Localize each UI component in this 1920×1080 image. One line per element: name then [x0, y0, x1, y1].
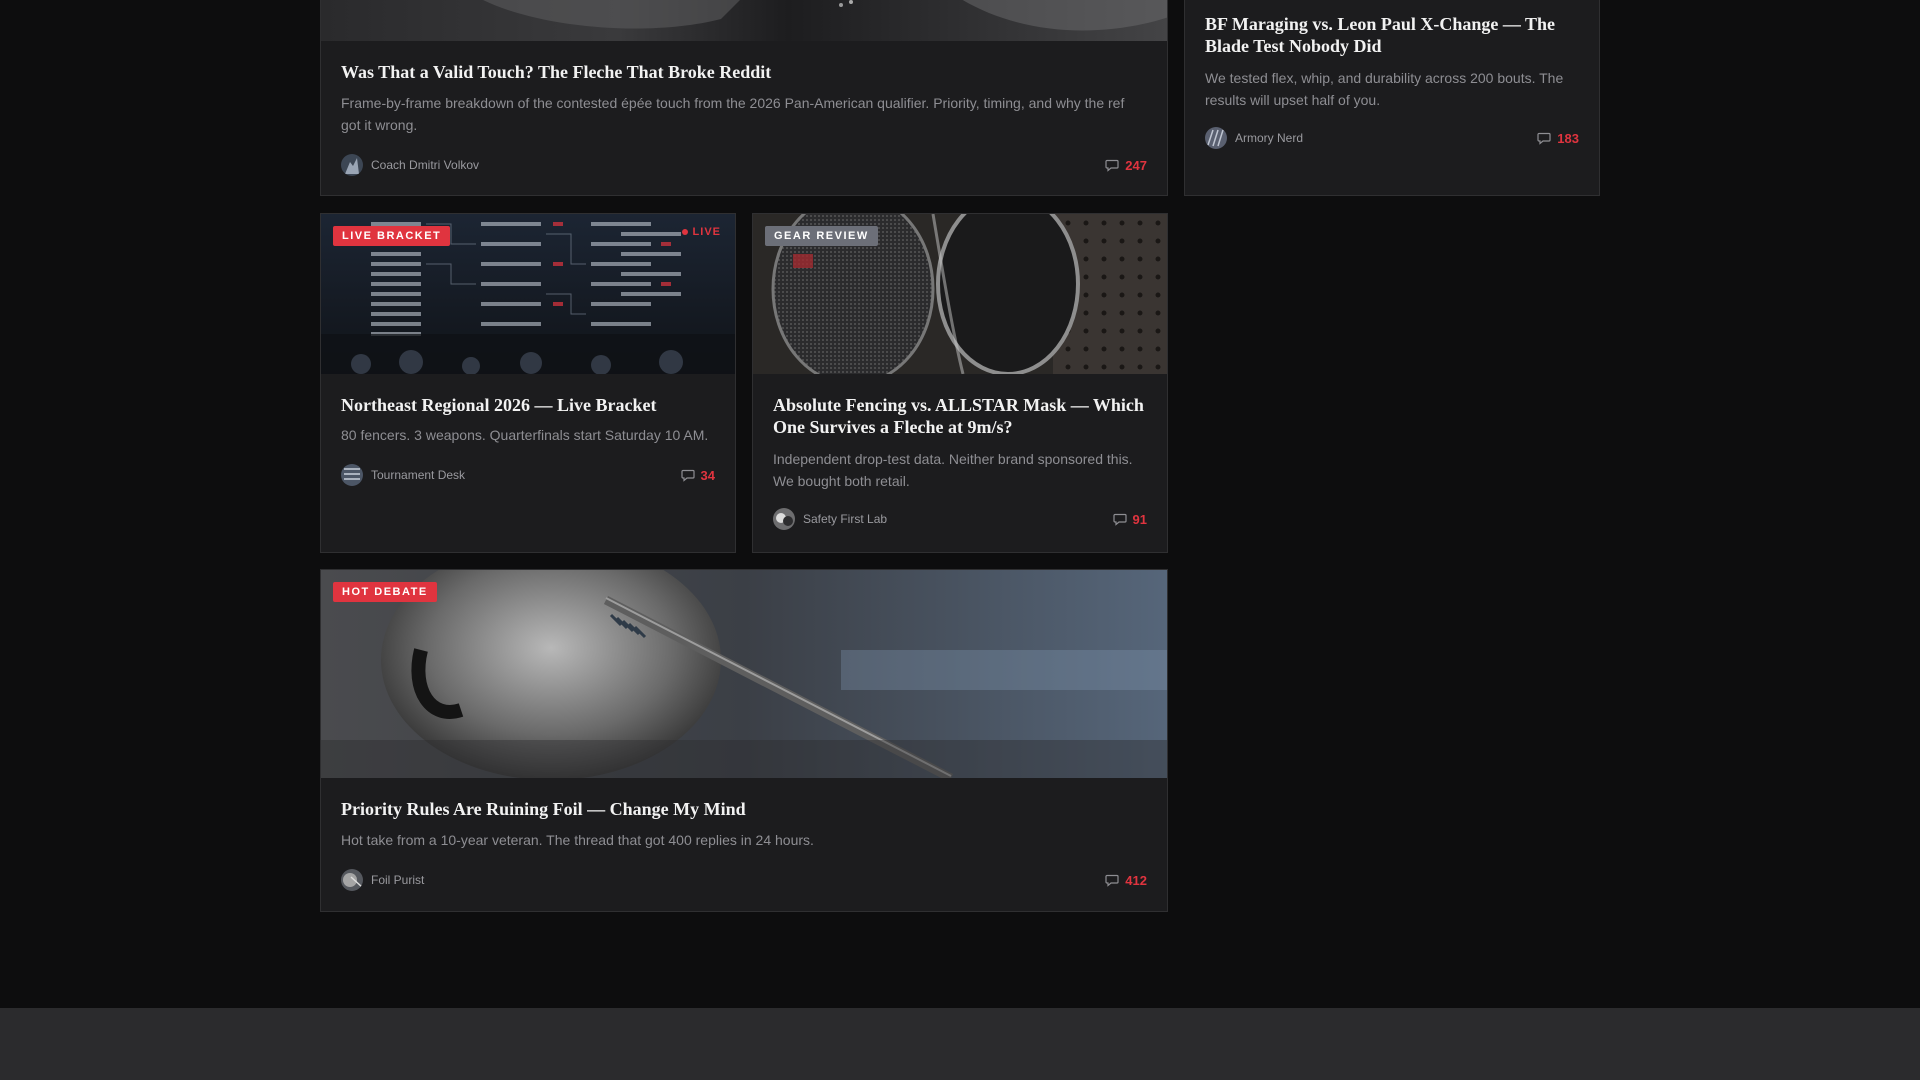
author[interactable]: Armory Nerd: [1205, 127, 1303, 149]
author[interactable]: Tournament Desk: [341, 464, 465, 486]
comment-count[interactable]: 247: [1105, 158, 1147, 173]
comment-count-value: 34: [700, 467, 715, 483]
comment-icon: [680, 469, 695, 482]
article-thumbnail-masks[interactable]: GEAR REVIEW: [753, 214, 1167, 374]
avatar: [341, 869, 363, 891]
comment-icon: [1112, 513, 1127, 526]
comment-count-value: 91: [1132, 511, 1147, 527]
comment-count-value: 183: [1557, 130, 1579, 146]
article-title[interactable]: Was That a Valid Touch? The Fleche That …: [341, 61, 1147, 83]
author[interactable]: Safety First Lab: [773, 508, 887, 530]
comment-count-value: 247: [1125, 157, 1147, 173]
page-footer: [0, 1008, 1920, 1080]
category-badge[interactable]: GEAR REVIEW: [765, 226, 878, 246]
article-description: We tested flex, whip, and durability acr…: [1205, 70, 1564, 108]
comment-count[interactable]: 34: [680, 467, 715, 483]
comment-icon: [1537, 132, 1551, 145]
comment-count-value: 412: [1125, 872, 1147, 888]
author-name[interactable]: Tournament Desk: [371, 468, 465, 482]
avatar: [1205, 127, 1227, 149]
article-title[interactable]: Priority Rules Are Ruining Foil — Change…: [341, 798, 1147, 820]
author-name[interactable]: Armory Nerd: [1235, 131, 1303, 145]
author[interactable]: Foil Purist: [341, 869, 424, 891]
article-card-fleche[interactable]: Was That a Valid Touch? The Fleche That …: [320, 0, 1168, 196]
article-card-maraging[interactable]: BF Maraging vs. Leon Paul X-Change — The…: [1184, 0, 1600, 196]
article-description: Hot take from a 10-year veteran. The thr…: [341, 832, 814, 848]
live-dot-icon: [681, 229, 688, 235]
article-thumbnail-foil[interactable]: HOT DEBATE: [321, 570, 1167, 778]
avatar: [341, 154, 363, 176]
avatar: [773, 508, 795, 530]
comment-count[interactable]: 412: [1105, 873, 1147, 888]
article-thumbnail-bracket[interactable]: LIVE BRACKET LIVE: [321, 214, 735, 374]
article-card-mask[interactable]: GEAR REVIEW Absolute Fencing vs. ALLSTAR…: [752, 213, 1168, 553]
article-description: Frame-by-frame breakdown of the conteste…: [341, 95, 1125, 133]
article-title[interactable]: Absolute Fencing vs. ALLSTAR Mask — Whic…: [773, 394, 1147, 438]
article-description: Independent drop-test data. Neither bran…: [773, 451, 1133, 489]
author[interactable]: Coach Dmitri Volkov: [341, 154, 479, 176]
article-card-regional[interactable]: LIVE BRACKET LIVE Northeast Regional 202…: [320, 213, 736, 553]
comment-count[interactable]: 183: [1537, 131, 1579, 146]
comment-icon: [1105, 874, 1119, 887]
avatar: [341, 464, 363, 486]
category-badge[interactable]: HOT DEBATE: [333, 582, 437, 602]
article-title[interactable]: Northeast Regional 2026 — Live Bracket: [341, 394, 715, 416]
article-description: 80 fencers. 3 weapons. Quarterfinals sta…: [341, 427, 709, 443]
article-card-priority[interactable]: HOT DEBATE Priority Rules Are Ruining Fo…: [320, 569, 1168, 912]
comment-icon: [1105, 159, 1119, 172]
live-label: LIVE: [692, 226, 721, 238]
article-thumbnail-fleche[interactable]: [321, 0, 1167, 41]
author-name[interactable]: Safety First Lab: [803, 512, 887, 526]
live-indicator: LIVE: [681, 226, 721, 238]
category-badge[interactable]: LIVE BRACKET: [333, 226, 451, 246]
author-name[interactable]: Coach Dmitri Volkov: [371, 158, 479, 172]
article-title[interactable]: BF Maraging vs. Leon Paul X-Change — The…: [1205, 13, 1579, 57]
author-name[interactable]: Foil Purist: [371, 873, 424, 887]
comment-count[interactable]: 91: [1112, 511, 1147, 527]
